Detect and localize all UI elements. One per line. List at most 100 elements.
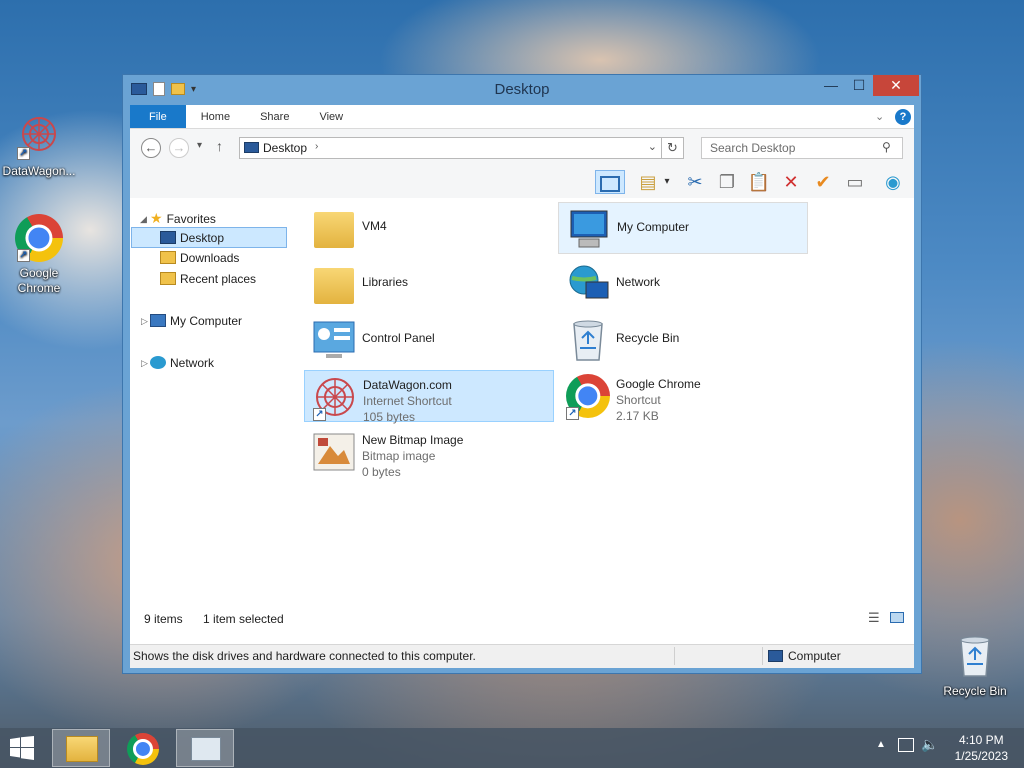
list-item[interactable]: My Computer — [558, 202, 808, 254]
address-path[interactable]: Desktop — [263, 141, 307, 155]
item-name: Recycle Bin — [616, 331, 680, 345]
tab-share[interactable]: Share — [245, 105, 304, 128]
list-item[interactable]: ↗ Google Chrome Shortcut 2.17 KB — [558, 370, 808, 424]
address-dropdown-icon[interactable]: ⌄ — [648, 140, 657, 153]
item-name: Control Panel — [362, 331, 435, 345]
rename-icon[interactable]: ▭ — [842, 170, 868, 194]
item-name: VM4 — [362, 219, 387, 233]
nav-favorites[interactable]: ★ Favorites — [150, 208, 216, 229]
up-button[interactable]: ↑ — [216, 138, 223, 154]
paste-icon[interactable]: 📋 — [746, 170, 772, 194]
details-view-icon[interactable]: ☰ — [868, 610, 880, 626]
selection-count: 1 item selected — [203, 612, 284, 626]
list-item[interactable]: New Bitmap Image Bitmap image 0 bytes — [304, 426, 554, 480]
ribbon-tabs: File Home Share View ⌄ ? — [130, 105, 914, 129]
check-icon[interactable]: ✔ — [810, 170, 836, 194]
monitor-icon — [191, 737, 221, 761]
list-item[interactable]: VM4 — [304, 202, 554, 254]
list-item[interactable]: Recycle Bin — [558, 314, 808, 366]
show-hidden-icons-icon[interactable]: ▲ — [876, 739, 886, 750]
item-name: New Bitmap Image — [362, 433, 464, 447]
close-button[interactable]: ✕ — [873, 75, 919, 96]
recent-locations-icon[interactable]: ▾ — [197, 140, 202, 151]
item-type: Internet Shortcut — [363, 394, 452, 408]
taskbar-google-chrome[interactable] — [114, 729, 172, 767]
taskbar-file-explorer[interactable] — [52, 729, 110, 767]
content-area: ◢ ★ Favorites Desktop Downloads Recent pl… — [130, 198, 914, 644]
windows-logo-icon — [10, 736, 34, 760]
shortcut-arrow-icon: ↗ — [566, 407, 579, 420]
taskbar-resource-monitor[interactable] — [176, 729, 234, 767]
back-button[interactable]: ← — [141, 138, 161, 158]
item-name: Libraries — [362, 275, 409, 289]
status-location: Computer — [788, 649, 841, 663]
search-icon[interactable]: ⚲ — [882, 140, 891, 154]
network-icon — [564, 260, 612, 308]
details-bar: Shows the disk drives and hardware conne… — [130, 644, 914, 668]
title-bar[interactable]: ▾ Desktop — ☐ ✕ — [123, 75, 921, 105]
tab-view[interactable]: View — [304, 105, 358, 128]
item-count: 9 items — [144, 612, 183, 626]
nav-item-label: Desktop — [180, 231, 225, 245]
tab-file[interactable]: File — [130, 105, 186, 128]
ribbon-expand-icon[interactable]: ⌄ — [875, 110, 884, 123]
window-title: Desktop — [494, 81, 550, 98]
item-text: Google Chrome Shortcut 2.17 KB — [616, 376, 701, 424]
volume-icon[interactable]: 🔈 — [921, 736, 938, 753]
nav-item-network[interactable]: Network — [150, 353, 214, 374]
desktop-icon-datawagon[interactable]: ↗ DataWagon... — [0, 112, 78, 179]
preview-pane-icon[interactable] — [595, 170, 625, 194]
item-type: Shortcut — [616, 393, 661, 407]
nav-item-downloads[interactable]: Downloads — [160, 248, 239, 269]
list-item[interactable]: ↗ DataWagon.com Internet Shortcut 105 by… — [304, 370, 554, 425]
taskbar: ▲ 🔈 4:10 PM 1/25/2023 — [0, 728, 1024, 768]
tab-home[interactable]: Home — [186, 105, 245, 128]
cut-icon[interactable]: ✂ — [682, 170, 708, 194]
desktop-icon-recycle-bin[interactable]: Recycle Bin — [936, 632, 1014, 699]
status-divider — [674, 647, 675, 665]
delete-icon[interactable]: ✕ — [778, 170, 804, 194]
navigation-pane: ◢ ★ Favorites Desktop Downloads Recent pl… — [130, 198, 290, 608]
expand-favorites-icon[interactable]: ◢ — [140, 214, 147, 225]
libraries-icon — [310, 260, 358, 308]
expand-network-icon[interactable]: ▷ — [141, 358, 148, 369]
expand-my-computer-icon[interactable]: ▷ — [141, 316, 148, 327]
item-text: DataWagon.com Internet Shortcut 105 byte… — [363, 377, 452, 425]
properties-icon[interactable]: ▤ — [635, 170, 661, 194]
globe-icon[interactable]: ◉ — [880, 170, 906, 194]
nav-item-desktop[interactable]: Desktop — [131, 227, 287, 248]
chevron-down-icon[interactable]: ▾ — [660, 170, 674, 194]
recycle-bin-icon — [564, 316, 612, 364]
shortcut-arrow-icon: ↗ — [17, 147, 30, 160]
list-item[interactable]: Libraries — [304, 258, 554, 310]
breadcrumb-chevron-icon[interactable]: › — [315, 141, 318, 152]
address-bar[interactable]: Desktop › ⌄ — [239, 137, 662, 159]
shortcut-arrow-icon: ↗ — [17, 249, 30, 262]
maximize-button[interactable]: ☐ — [845, 75, 873, 96]
item-size: 105 bytes — [363, 410, 416, 424]
list-item[interactable]: Network — [558, 258, 808, 310]
nav-item-my-computer[interactable]: My Computer — [150, 311, 242, 332]
large-icons-view-icon[interactable] — [890, 612, 904, 623]
status-description: Shows the disk drives and hardware conne… — [133, 649, 476, 663]
list-item[interactable]: Control Panel — [304, 314, 554, 366]
refresh-button[interactable]: ↻ — [662, 137, 684, 159]
control-panel-icon — [310, 316, 358, 364]
chrome-icon: ↗ — [15, 214, 63, 262]
search-input[interactable]: Search Desktop — [701, 137, 903, 159]
minimize-button[interactable]: — — [817, 75, 845, 96]
bitmap-icon — [310, 428, 358, 476]
item-text: New Bitmap Image Bitmap image 0 bytes — [362, 432, 463, 480]
nav-item-recent-places[interactable]: Recent places — [160, 269, 256, 290]
nav-item-label: My Computer — [170, 314, 243, 328]
start-button[interactable] — [8, 736, 36, 760]
star-icon: ★ — [150, 210, 163, 226]
desktop-icon-label: Google Chrome — [17, 266, 61, 295]
network-status-icon[interactable] — [898, 738, 914, 752]
copy-icon[interactable]: ❐ — [714, 170, 740, 194]
address-row: ← → ▾ ↑ Desktop › ⌄ ↻ Search Desktop ⚲ — [130, 129, 914, 166]
desktop-icon-google-chrome[interactable]: ↗ Google Chrome — [0, 214, 78, 296]
help-icon[interactable]: ? — [895, 109, 911, 125]
clock[interactable]: 4:10 PM 1/25/2023 — [955, 732, 1008, 764]
forward-button[interactable]: → — [169, 138, 189, 158]
